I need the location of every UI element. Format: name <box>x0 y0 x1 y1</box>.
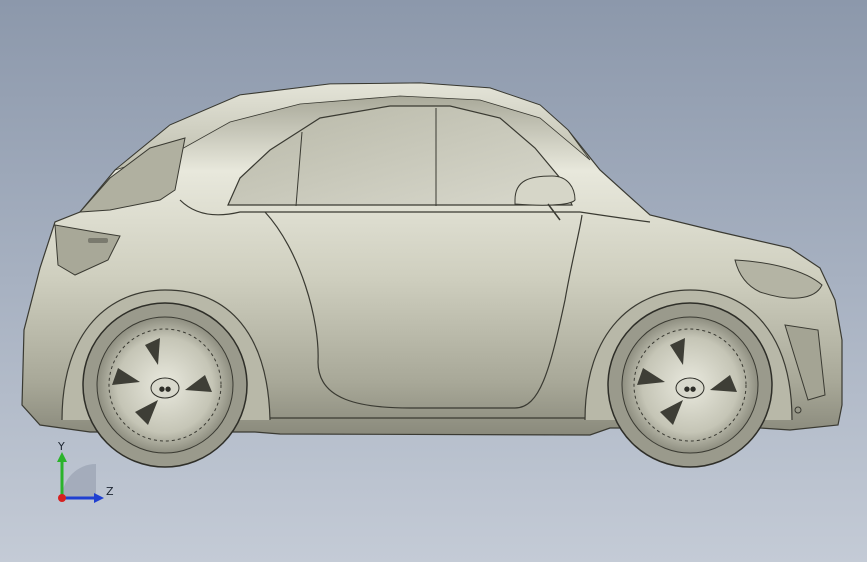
svg-text:●●: ●● <box>159 385 171 393</box>
triad-y-label: Y <box>57 440 65 453</box>
graphics-viewport[interactable]: ●● ●● Y Z <box>0 0 867 562</box>
svg-text:●●: ●● <box>684 385 696 393</box>
car-model[interactable]: ●● ●● <box>0 0 867 562</box>
front-wheel: ●● <box>607 302 773 468</box>
triad-z-label: Z <box>106 485 114 498</box>
coordinate-triad[interactable]: Y Z <box>48 438 118 508</box>
